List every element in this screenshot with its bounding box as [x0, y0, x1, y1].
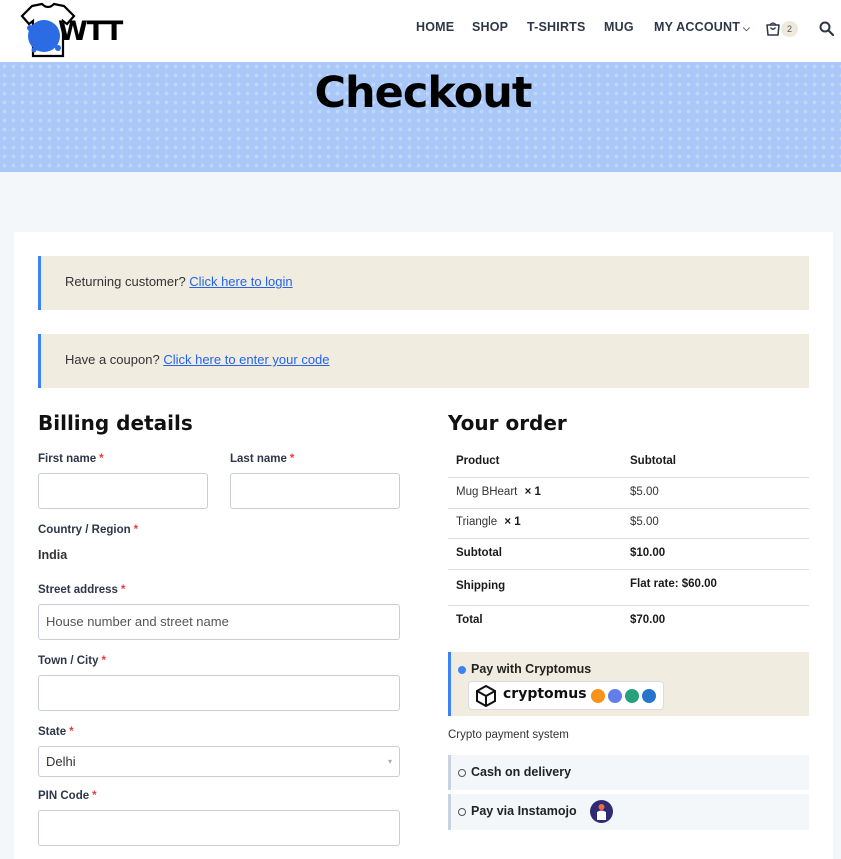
order-item-name: Mug BHeart × 1 — [456, 486, 541, 498]
state-select-value: Delhi — [46, 754, 76, 769]
shipping-label: Shipping — [456, 580, 506, 592]
total-value: $70.00 — [630, 614, 666, 626]
order-header-row — [448, 446, 809, 478]
order-item-price: $5.00 — [630, 486, 659, 498]
cart-icon[interactable] — [765, 21, 781, 37]
coupon-link[interactable]: Click here to enter your code — [163, 352, 329, 367]
item-name-text: Mug BHeart — [456, 486, 518, 498]
radio-unselected-icon[interactable] — [458, 769, 466, 777]
nav-shop[interactable]: SHOP — [472, 20, 508, 34]
order-title: Your order — [448, 411, 567, 435]
usdc-icon — [642, 689, 656, 703]
last-name-label: Last name * — [230, 453, 294, 465]
search-icon[interactable] — [819, 21, 834, 36]
ethereum-icon — [608, 689, 622, 703]
required-mark: * — [289, 453, 295, 465]
instamojo-logo-icon — [590, 800, 613, 823]
pin-label-text: PIN Code — [38, 790, 90, 802]
nav-my-account[interactable]: MY ACCOUNT ⌵ — [654, 20, 750, 34]
state-label-text: State — [38, 726, 67, 738]
total-label: Total — [456, 614, 483, 626]
coupon-notice: Have a coupon? Click here to enter your … — [38, 334, 809, 388]
required-mark: * — [133, 524, 139, 536]
bitcoin-icon — [591, 689, 605, 703]
nav-my-account-label: MY ACCOUNT — [654, 20, 741, 34]
state-select[interactable]: Delhi ▾ — [38, 746, 400, 777]
order-subtotal-row — [448, 539, 809, 570]
select-arrow-icon: ▾ — [387, 757, 392, 766]
subtotal-value: $10.00 — [630, 547, 666, 559]
last-name-label-text: Last name — [230, 453, 287, 465]
street-label-text: Street address — [38, 584, 118, 596]
order-col-product: Product — [456, 455, 500, 467]
city-field[interactable] — [38, 675, 400, 711]
street-address-field[interactable]: House number and street name — [38, 604, 400, 640]
tether-icon — [625, 689, 639, 703]
cryptomus-logo: cryptomus — [468, 681, 664, 710]
city-label: Town / City * — [38, 655, 106, 667]
required-mark: * — [92, 790, 97, 802]
payment-label-cryptomus: Pay with Cryptomus — [471, 662, 592, 676]
shipping-value: Flat rate: $60.00 — [630, 578, 717, 590]
pin-label: PIN Code * — [38, 790, 97, 802]
required-mark: * — [99, 453, 104, 465]
order-item-price: $5.00 — [630, 516, 659, 528]
first-name-label-text: First name — [38, 453, 97, 465]
first-name-label: First name * — [38, 453, 104, 465]
site-header: WTT HOME SHOP T-SHIRTS MUG MY ACCOUNT ⌵ 2 — [0, 0, 841, 62]
item-name-text: Triangle — [456, 516, 498, 528]
order-item-name: Triangle × 1 — [456, 516, 521, 528]
chevron-down-icon: ⌵ — [743, 23, 751, 33]
required-mark: * — [101, 655, 106, 667]
last-name-field[interactable] — [230, 473, 400, 509]
subtotal-label: Subtotal — [456, 547, 502, 559]
cryptomus-logo-text: cryptomus — [503, 686, 587, 702]
required-mark: * — [120, 584, 126, 596]
main-nav: HOME SHOP T-SHIRTS MUG MY ACCOUNT ⌵ — [0, 20, 841, 40]
nav-tshirts[interactable]: T-SHIRTS — [527, 20, 586, 34]
cart-count-badge[interactable]: 2 — [781, 21, 798, 37]
coupon-text: Have a coupon? — [65, 352, 160, 367]
country-value: India — [38, 548, 68, 562]
page-title: Checkout — [314, 68, 533, 118]
street-label: Street address * — [38, 584, 125, 596]
first-name-field[interactable] — [38, 473, 208, 509]
billing-title: Billing details — [38, 411, 193, 435]
cube-icon — [476, 685, 496, 707]
pin-code-field[interactable] — [38, 810, 400, 846]
radio-selected-icon[interactable] — [458, 666, 466, 674]
returning-customer-notice: Returning customer? Click here to login — [38, 256, 809, 310]
cryptomus-description: Crypto payment system — [448, 729, 569, 741]
item-qty: × 1 — [524, 486, 541, 498]
radio-unselected-icon[interactable] — [458, 808, 466, 816]
order-col-subtotal: Subtotal — [630, 455, 676, 467]
returning-customer-text: Returning customer? — [65, 274, 186, 289]
nav-home[interactable]: HOME — [416, 20, 454, 34]
country-label-text: Country / Region — [38, 524, 131, 536]
country-label: Country / Region * — [38, 524, 138, 536]
page-banner: Checkout — [0, 62, 841, 172]
city-label-text: Town / City — [38, 655, 99, 667]
state-label: State * — [38, 726, 74, 738]
required-mark: * — [69, 726, 74, 738]
order-total-row — [448, 606, 809, 636]
item-qty: × 1 — [504, 516, 521, 528]
payment-label-cod: Cash on delivery — [471, 765, 572, 779]
payment-label-instamojo: Pay via Instamojo — [471, 804, 577, 818]
nav-mug[interactable]: MUG — [604, 20, 634, 34]
login-link[interactable]: Click here to login — [189, 274, 292, 289]
